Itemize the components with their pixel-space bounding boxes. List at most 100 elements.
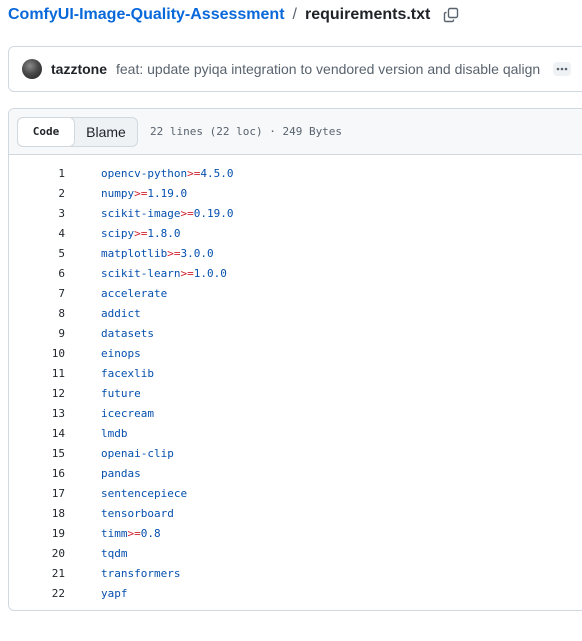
- package-name: transformers: [101, 566, 181, 580]
- package-name: scikit-image: [101, 206, 181, 220]
- view-toggle: Code Blame: [17, 116, 138, 147]
- package-name: matplotlib: [101, 246, 168, 260]
- package-name: timm: [101, 526, 128, 540]
- line-number[interactable]: 1: [9, 167, 65, 180]
- version-number: 3.0.0: [180, 246, 214, 260]
- line-code: opencv-python>=4.5.0: [101, 167, 233, 180]
- line-number[interactable]: 13: [9, 407, 65, 420]
- code-line: 10 einops: [9, 343, 582, 363]
- package-name: opencv-python: [101, 166, 188, 180]
- version-operator: >=: [167, 246, 181, 260]
- line-number[interactable]: 20: [9, 547, 65, 560]
- line-code: datasets: [101, 327, 154, 340]
- version-operator: >=: [187, 166, 201, 180]
- line-number[interactable]: 7: [9, 287, 65, 300]
- package-name: sentencepiece: [101, 486, 188, 500]
- file-header: Code Blame 22 lines (22 loc) · 249 Bytes: [9, 109, 582, 155]
- line-number[interactable]: 18: [9, 507, 65, 520]
- line-number[interactable]: 4: [9, 227, 65, 240]
- line-code: pandas: [101, 467, 141, 480]
- code-line: 1 opencv-python>=4.5.0: [9, 163, 582, 183]
- line-code: numpy>=1.19.0: [101, 187, 187, 200]
- line-code: lmdb: [101, 427, 128, 440]
- version-number: 4.5.0: [200, 166, 234, 180]
- code-line: 8 addict: [9, 303, 582, 323]
- line-number[interactable]: 11: [9, 367, 65, 380]
- code-line: 12 future: [9, 383, 582, 403]
- line-code: accelerate: [101, 287, 167, 300]
- line-number[interactable]: 22: [9, 587, 65, 600]
- line-number[interactable]: 6: [9, 267, 65, 280]
- version-number: 1.0.0: [193, 266, 227, 280]
- code-area: 1 opencv-python>=4.5.0 2 numpy>=1.19.0 3 scik…: [9, 155, 582, 603]
- line-number[interactable]: 12: [9, 387, 65, 400]
- blame-tab[interactable]: Blame: [75, 118, 137, 146]
- code-line: 11 facexlib: [9, 363, 582, 383]
- line-code: tensorboard: [101, 507, 174, 520]
- code-line: 2 numpy>=1.19.0: [9, 183, 582, 203]
- line-number[interactable]: 10: [9, 347, 65, 360]
- breadcrumb: ComfyUI-Image-Quality-Assessment / requi…: [8, 4, 460, 26]
- package-name: scikit-learn: [101, 266, 181, 280]
- line-number[interactable]: 3: [9, 207, 65, 220]
- line-code: timm>=0.8: [101, 527, 161, 540]
- version-number: 0.19.0: [193, 206, 234, 220]
- repo-link[interactable]: ComfyUI-Image-Quality-Assessment: [8, 6, 285, 24]
- package-name: yapf: [101, 586, 128, 600]
- version-operator: >=: [134, 226, 148, 240]
- code-line: 9 datasets: [9, 323, 582, 343]
- version-number: 1.19.0: [147, 186, 188, 200]
- code-line: 13 icecream: [9, 403, 582, 423]
- package-name: datasets: [101, 326, 154, 340]
- code-line: 7 accelerate: [9, 283, 582, 303]
- package-name: tqdm: [101, 546, 128, 560]
- package-name: future: [101, 386, 141, 400]
- line-code: openai-clip: [101, 447, 174, 460]
- file-name: requirements.txt: [304, 6, 431, 23]
- package-name: icecream: [101, 406, 154, 420]
- code-line: 3 scikit-image>=0.19.0: [9, 203, 582, 223]
- line-number[interactable]: 9: [9, 327, 65, 340]
- breadcrumb-separator: /: [292, 6, 297, 23]
- line-code: yapf: [101, 587, 128, 600]
- kebab-horizontal-icon: [556, 67, 568, 71]
- line-number[interactable]: 8: [9, 307, 65, 320]
- line-code: sentencepiece: [101, 487, 187, 500]
- line-number[interactable]: 21: [9, 567, 65, 580]
- package-name: accelerate: [101, 286, 168, 300]
- line-code: einops: [101, 347, 141, 360]
- package-name: pandas: [101, 466, 141, 480]
- commit-message[interactable]: feat: update pyiqa integration to vendor…: [116, 61, 540, 77]
- file-info: 22 lines (22 loc) · 249 Bytes: [150, 125, 343, 138]
- code-line: 5 matplotlib>=3.0.0: [9, 243, 582, 263]
- version-operator: >=: [180, 266, 194, 280]
- line-number[interactable]: 16: [9, 467, 65, 480]
- code-line: 17 sentencepiece: [9, 483, 582, 503]
- line-number[interactable]: 5: [9, 247, 65, 260]
- commit-author[interactable]: tazztone: [51, 61, 107, 77]
- version-number: 0.8: [140, 526, 161, 540]
- line-number[interactable]: 14: [9, 427, 65, 440]
- line-code: icecream: [101, 407, 154, 420]
- package-name: openai-clip: [101, 446, 174, 460]
- file-viewer: Code Blame 22 lines (22 loc) · 249 Bytes…: [8, 108, 582, 611]
- latest-commit-bar: tazztone feat: update pyiqa integration …: [8, 46, 582, 92]
- copy-path-button[interactable]: [442, 6, 460, 24]
- avatar[interactable]: [22, 59, 42, 79]
- more-button[interactable]: [553, 62, 571, 76]
- code-line: 21 transformers: [9, 563, 582, 583]
- line-code: facexlib: [101, 367, 154, 380]
- line-number[interactable]: 19: [9, 527, 65, 540]
- version-operator: >=: [134, 186, 148, 200]
- package-name: einops: [101, 346, 141, 360]
- code-tab[interactable]: Code: [17, 116, 75, 147]
- package-name: facexlib: [101, 366, 154, 380]
- line-number[interactable]: 2: [9, 187, 65, 200]
- copy-icon: [444, 7, 459, 23]
- version-operator: >=: [127, 526, 141, 540]
- code-line: 6 scikit-learn>=1.0.0: [9, 263, 582, 283]
- line-number[interactable]: 17: [9, 487, 65, 500]
- line-number[interactable]: 15: [9, 447, 65, 460]
- code-line: 15 openai-clip: [9, 443, 582, 463]
- line-code: tqdm: [101, 547, 128, 560]
